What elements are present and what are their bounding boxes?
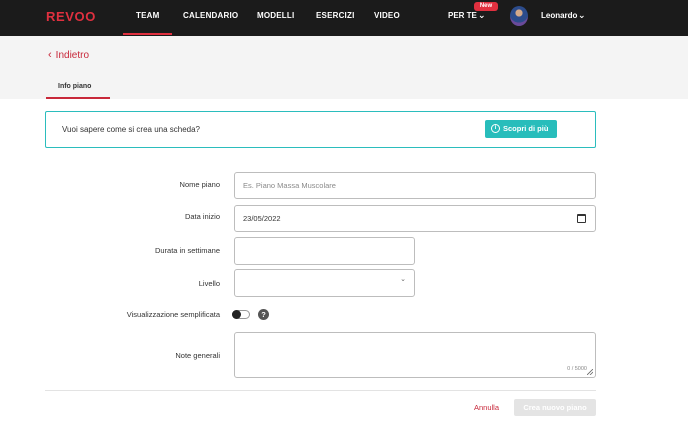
nav-item-esercizi[interactable]: ESERCIZI [316,11,355,20]
avatar[interactable] [510,6,528,26]
active-tab-indicator [46,97,110,99]
duration-label: Durata in settimane [154,246,220,255]
question-icon[interactable]: ? [258,309,269,320]
info-banner: Vuoi sapere come si crea una scheda? i S… [45,111,596,148]
cancel-button[interactable]: Annulla [474,403,499,412]
nav-item-calendario[interactable]: CALENDARIO [183,11,238,20]
start-date-label: Data inizio [184,212,220,221]
start-date-value: 23/05/2022 [243,214,281,223]
plan-name-label: Nome piano [179,180,220,189]
chevron-down-icon: ⌄ [400,276,406,283]
tab-info-piano[interactable]: Info piano [58,83,91,90]
nav-item-modelli[interactable]: MODELLI [257,11,294,20]
nav-item-team[interactable]: TEAM [122,11,174,35]
duration-input[interactable] [234,237,415,265]
simplified-view-toggle[interactable] [232,310,250,319]
create-plan-button[interactable]: Crea nuovo piano [514,399,596,416]
plan-name-input[interactable]: Es. Piano Massa Muscolare [234,172,596,199]
discover-more-label: Scopri di più [503,124,549,133]
level-select[interactable]: ⌄ [234,269,415,297]
calendar-icon[interactable] [577,214,586,223]
chevron-left-icon: ‹ [48,49,52,61]
back-label: Indietro [55,50,90,61]
start-date-input[interactable]: 23/05/2022 [234,205,596,232]
discover-more-button[interactable]: i Scopri di più [485,120,557,138]
info-banner-text: Vuoi sapere come si crea una scheda? [62,125,201,134]
resize-handle-icon[interactable] [587,369,593,375]
notes-label: Note generali [175,351,220,360]
revoo-logo[interactable]: REVOO [46,9,96,24]
chevron-down-icon[interactable]: ⌄ [578,10,586,21]
user-name[interactable]: Leonardo [541,11,577,20]
nav-item-per-te[interactable]: PER TE [448,11,477,20]
form-divider [45,390,596,391]
level-label: Livello [198,279,220,288]
new-badge: New [474,2,498,11]
top-navbar: REVOO TEAM CALENDARIO MODELLI ESERCIZI V… [0,0,688,36]
notes-textarea[interactable]: 0 / 5000 [234,332,596,378]
nav-item-video[interactable]: VIDEO [374,11,400,20]
chevron-down-icon[interactable]: ⌄ [478,10,486,21]
back-link[interactable]: ‹ Indietro [48,49,89,61]
simplified-view-label: Visualizzazione semplificata [126,310,220,319]
notes-char-counter: 0 / 5000 [567,366,587,372]
info-circle-icon: i [491,124,500,133]
page-header [0,36,688,99]
